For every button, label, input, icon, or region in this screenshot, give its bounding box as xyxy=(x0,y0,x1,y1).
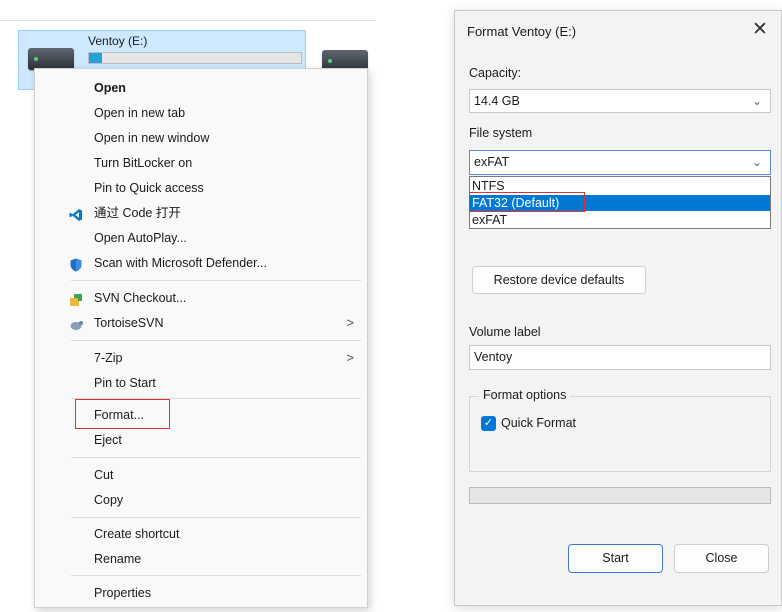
menu-item-copy[interactable]: Copy xyxy=(35,488,367,512)
menu-item-pin-quick-access[interactable]: Pin to Quick access xyxy=(35,176,367,200)
menu-item-open-new-tab[interactable]: Open in new tab xyxy=(35,101,367,125)
filesystem-value: exFAT xyxy=(474,155,510,169)
menu-item-label: 7-Zip xyxy=(94,351,123,365)
submenu-arrow-icon: > xyxy=(346,315,354,330)
menu-item-label: Cut xyxy=(94,468,114,482)
format-options-title: Format options xyxy=(479,388,571,402)
menu-item-open[interactable]: Open xyxy=(35,76,367,100)
vscode-icon xyxy=(69,206,83,221)
menu-item-pin-start[interactable]: Pin to Start xyxy=(35,371,367,395)
menu-item-bitlocker[interactable]: Turn BitLocker on xyxy=(35,151,367,175)
menu-item-7zip[interactable]: 7-Zip > xyxy=(35,346,367,370)
menu-item-tortoisesvn[interactable]: TortoiseSVN > xyxy=(35,311,367,335)
drive-usage-bar xyxy=(88,52,302,64)
chevron-down-icon: ⌄ xyxy=(751,94,762,108)
menu-item-label: Create shortcut xyxy=(94,527,180,541)
quick-format-checkbox[interactable]: ✓ xyxy=(481,416,496,431)
tortoisesvn-icon xyxy=(69,316,83,330)
menu-item-label: Open in new window xyxy=(94,131,210,145)
chevron-down-icon: ⌄ xyxy=(751,155,762,169)
usb-drive-icon xyxy=(28,48,74,70)
context-menu: Open Open in new tab Open in new window … xyxy=(34,68,368,608)
fat32-highlight-box xyxy=(469,192,585,212)
drive-usage-fill xyxy=(89,53,102,63)
capacity-select[interactable]: 14.4 GB ⌄ xyxy=(469,89,771,113)
menu-item-label: Turn BitLocker on xyxy=(94,156,193,170)
volume-label-value: Ventoy xyxy=(474,350,513,364)
volume-label-input[interactable]: Ventoy xyxy=(469,345,771,370)
menu-separator xyxy=(71,280,361,281)
quick-format-label: Quick Format xyxy=(501,416,577,430)
start-button[interactable]: Start xyxy=(568,544,663,573)
menu-item-rename[interactable]: Rename xyxy=(35,547,367,571)
menu-item-properties[interactable]: Properties xyxy=(35,581,367,605)
filesystem-select[interactable]: exFAT ⌄ xyxy=(469,150,771,175)
submenu-arrow-icon: > xyxy=(346,350,354,365)
menu-item-label: Copy xyxy=(94,493,124,507)
capacity-value: 14.4 GB xyxy=(474,94,520,108)
menu-separator xyxy=(71,340,361,341)
menu-separator xyxy=(71,517,361,518)
menu-item-open-new-window[interactable]: Open in new window xyxy=(35,126,367,150)
filesystem-label: File system xyxy=(469,126,533,140)
close-icon[interactable]: ✕ xyxy=(748,18,772,42)
svn-checkout-icon xyxy=(69,291,83,306)
format-highlight-box xyxy=(75,399,170,429)
menu-separator xyxy=(71,575,361,576)
defender-shield-icon xyxy=(69,256,83,272)
menu-item-label: Open AutoPlay... xyxy=(94,231,187,245)
explorer-top-divider xyxy=(0,20,376,21)
menu-item-label: Pin to Quick access xyxy=(94,181,204,195)
restore-defaults-button[interactable]: Restore device defaults xyxy=(472,266,646,294)
menu-item-svn-checkout[interactable]: SVN Checkout... xyxy=(35,286,367,310)
menu-item-scan-defender[interactable]: Scan with Microsoft Defender... xyxy=(35,251,367,275)
menu-item-label: 通过 Code 打开 xyxy=(94,206,181,220)
format-options-group xyxy=(469,396,771,472)
close-button[interactable]: Close xyxy=(674,544,769,573)
menu-item-create-shortcut[interactable]: Create shortcut xyxy=(35,522,367,546)
format-progress-bar xyxy=(469,487,771,504)
menu-item-label: SVN Checkout... xyxy=(94,291,187,305)
menu-item-cut[interactable]: Cut xyxy=(35,463,367,487)
menu-separator xyxy=(71,457,361,458)
menu-item-label: Open xyxy=(94,81,126,95)
menu-item-label: TortoiseSVN xyxy=(94,316,164,330)
menu-item-label: Rename xyxy=(94,552,142,566)
menu-item-open-autoplay[interactable]: Open AutoPlay... xyxy=(35,226,367,250)
menu-item-label: Open in new tab xyxy=(94,106,186,120)
menu-item-label: Eject xyxy=(94,433,122,447)
menu-item-label: Properties xyxy=(94,586,151,600)
volume-label-label: Volume label xyxy=(469,325,541,339)
filesystem-option-exfat[interactable]: exFAT xyxy=(470,212,770,228)
capacity-label: Capacity: xyxy=(469,66,522,80)
drive-name: Ventoy (E:) xyxy=(88,34,148,48)
menu-item-label: Pin to Start xyxy=(94,376,156,390)
dialog-title: Format Ventoy (E:) xyxy=(467,24,577,39)
menu-item-label: Scan with Microsoft Defender... xyxy=(94,256,267,270)
menu-item-eject[interactable]: Eject xyxy=(35,428,367,452)
menu-item-open-with-code[interactable]: 通过 Code 打开 xyxy=(35,201,367,225)
